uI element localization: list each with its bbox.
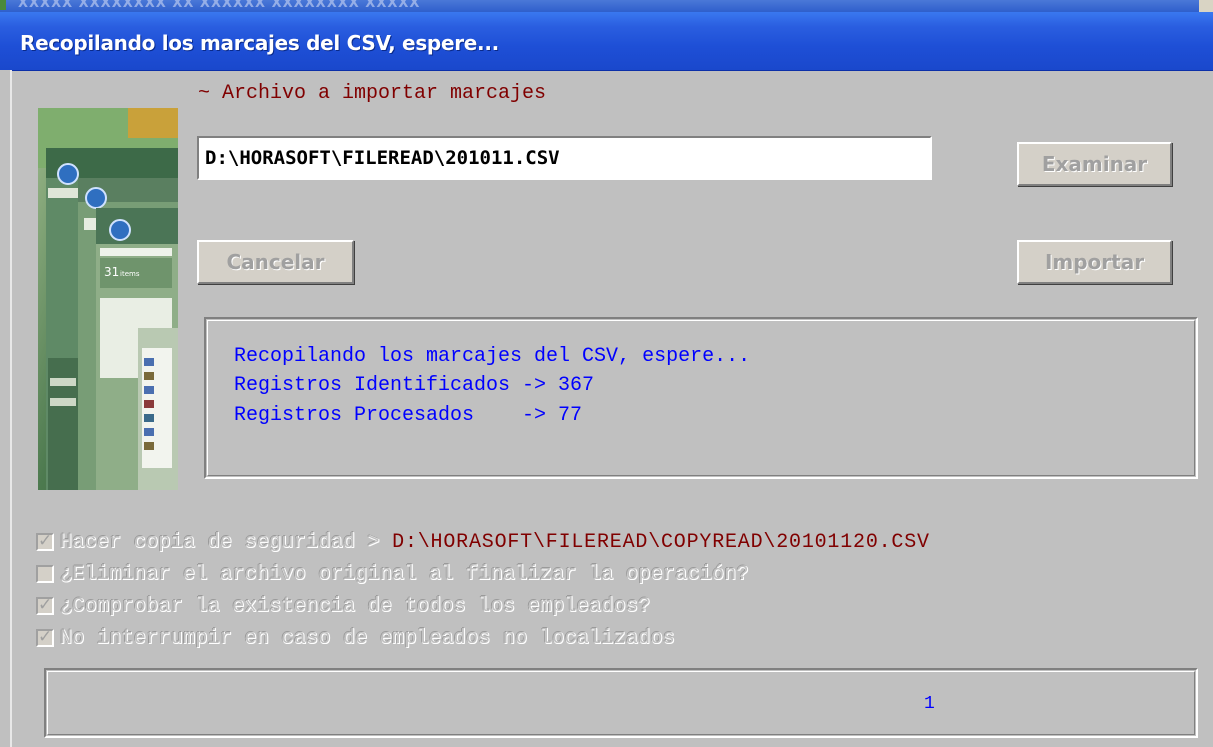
backup-option[interactable]: ✓ Hacer copia de seguridad > D:\HORASOFT… [36,529,930,555]
cancel-button[interactable]: Cancelar [197,240,354,284]
import-dialog: XXXXX XXXXXXXX XX XXXXXX XXXXXXXX XXXXX … [0,0,1213,747]
window-frame-left [0,70,12,747]
window-title: Recopilando los marcajes del CSV, espere… [20,31,499,55]
import-file-path-input[interactable] [197,136,932,180]
delete-original-checkbox[interactable] [36,565,54,583]
background-window-edge [1199,0,1213,12]
import-button[interactable]: Importar [1017,240,1172,284]
svg-text:items: items [120,270,140,278]
progress-panel-inner: 1 [47,671,1195,735]
records-identified: Registros Identificados -> 367 [234,374,595,397]
status-message: Recopilando los marcajes del CSV, espere… [234,345,751,368]
backup-label: Hacer copia de seguridad > [60,530,393,554]
no-interrupt-checkbox[interactable]: ✓ [36,627,54,647]
progress-counter: 1 [924,694,935,714]
background-window-strip: XXXXX XXXXXXXX XX XXXXXX XXXXXXXX XXXXX [0,0,1213,12]
backup-checkbox[interactable]: ✓ [36,531,54,551]
title-bar[interactable]: Recopilando los marcajes del CSV, espere… [0,12,1213,71]
decorative-screenshot-image: 31 items [38,108,178,490]
records-processed: Registros Procesados -> 77 [234,404,583,427]
checkmark-icon: ✓ [38,627,53,647]
background-window-title: XXXXX XXXXXXXX XX XXXXXX XXXXXXXX XXXXX [18,0,421,11]
delete-original-option[interactable]: ¿Eliminar el archivo original al finaliz… [36,561,749,587]
status-panel-inner: Recopilando los marcajes del CSV, espere… [207,320,1195,476]
svg-text:31: 31 [104,265,119,279]
check-employees-checkbox[interactable]: ✓ [36,595,54,615]
background-window-icon [0,0,6,10]
checkmark-icon: ✓ [38,595,53,615]
no-interrupt-option[interactable]: ✓ No interrumpir en caso de empleados no… [36,625,675,651]
check-employees-option[interactable]: ✓ ¿Comprobar la existencia de todos los … [36,593,651,619]
status-panel: Recopilando los marcajes del CSV, espere… [204,317,1198,479]
progress-panel: 1 [44,668,1198,738]
import-file-label: ~ Archivo a importar marcajes [198,82,547,105]
browse-button[interactable]: Examinar [1017,142,1172,186]
delete-original-label: ¿Eliminar el archivo original al finaliz… [60,562,749,586]
checkmark-icon: ✓ [38,531,53,551]
backup-path: D:\HORASOFT\FILEREAD\COPYREAD\20101120.C… [392,530,930,554]
check-employees-label: ¿Comprobar la existencia de todos los em… [60,594,651,618]
no-interrupt-label: No interrumpir en caso de empleados no l… [60,626,676,650]
screenshot-illustration: 31 items [38,108,178,490]
